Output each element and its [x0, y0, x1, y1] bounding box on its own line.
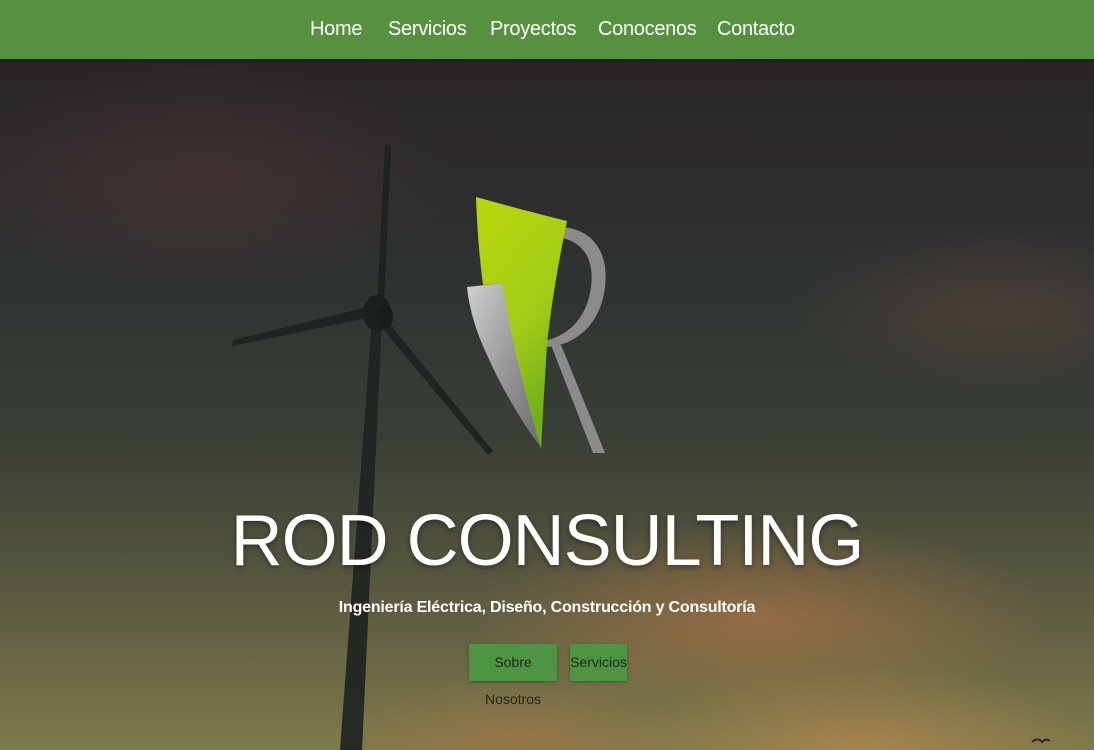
nav-servicios[interactable]: Servicios — [388, 0, 467, 59]
top-navbar: Home Servicios Proyectos Conocenos Conta… — [0, 0, 1094, 59]
hero-section: ROD CONSULTING Ingeniería Eléctrica, Dis… — [0, 59, 1094, 750]
page: Home Servicios Proyectos Conocenos Conta… — [0, 0, 1094, 750]
brand-title: ROD CONSULTING — [230, 501, 865, 581]
brand-tagline: Ingeniería Eléctrica, Diseño, Construcci… — [338, 599, 756, 616]
nav-conocenos[interactable]: Conocenos — [598, 0, 697, 59]
rod-consulting-logo-icon — [467, 197, 606, 453]
servicios-button[interactable]: Servicios — [570, 644, 627, 681]
nav-home[interactable]: Home — [310, 0, 362, 59]
nav-contacto[interactable]: Contacto — [717, 0, 795, 59]
sobre-nosotros-button[interactable]: Sobre Nosotros — [469, 644, 557, 707]
nav-proyectos[interactable]: Proyectos — [490, 0, 577, 59]
